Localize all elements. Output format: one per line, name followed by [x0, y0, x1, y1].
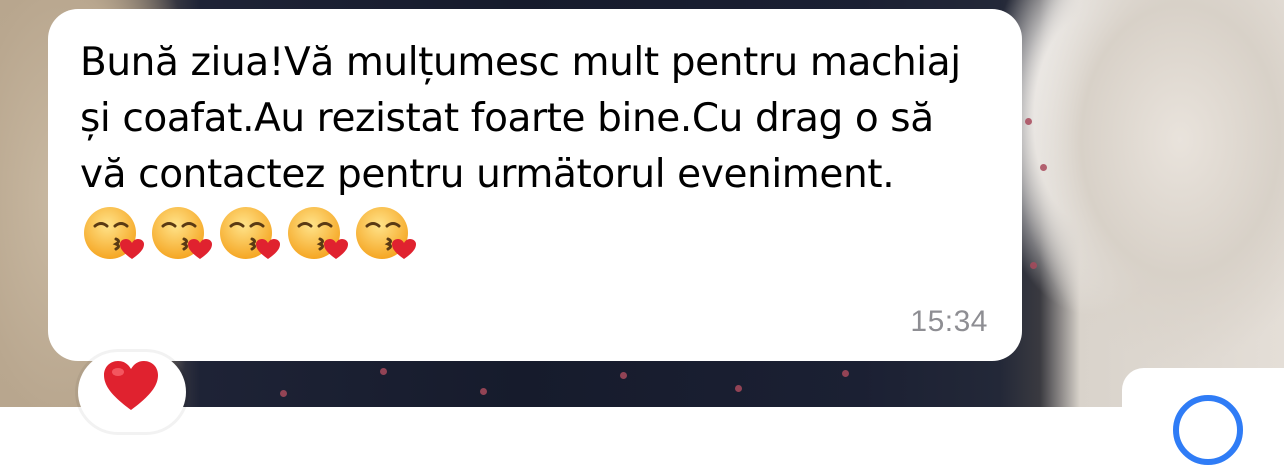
emoji-row	[82, 203, 416, 265]
message-text: Bună ziua!Vă mulțumesc mult pentru machi…	[80, 35, 980, 269]
kissing-heart-icon	[288, 207, 348, 259]
received-message-bubble[interactable]: Bună ziua!Vă mulțumesc mult pentru machi…	[48, 9, 1022, 361]
kissing-heart-icon	[220, 207, 280, 259]
heart-icon	[104, 361, 158, 410]
circle-icon	[1173, 395, 1243, 465]
kissing-heart-icon	[152, 207, 212, 259]
message-body: Bună ziua!Vă mulțumesc mult pentru machi…	[80, 40, 961, 197]
kissing-heart-icon	[356, 207, 416, 259]
reaction-badge[interactable]	[78, 352, 186, 432]
next-message-bubble[interactable]	[1122, 368, 1284, 465]
kissing-heart-icon	[84, 207, 144, 259]
message-timestamp: 15:34	[910, 305, 988, 338]
